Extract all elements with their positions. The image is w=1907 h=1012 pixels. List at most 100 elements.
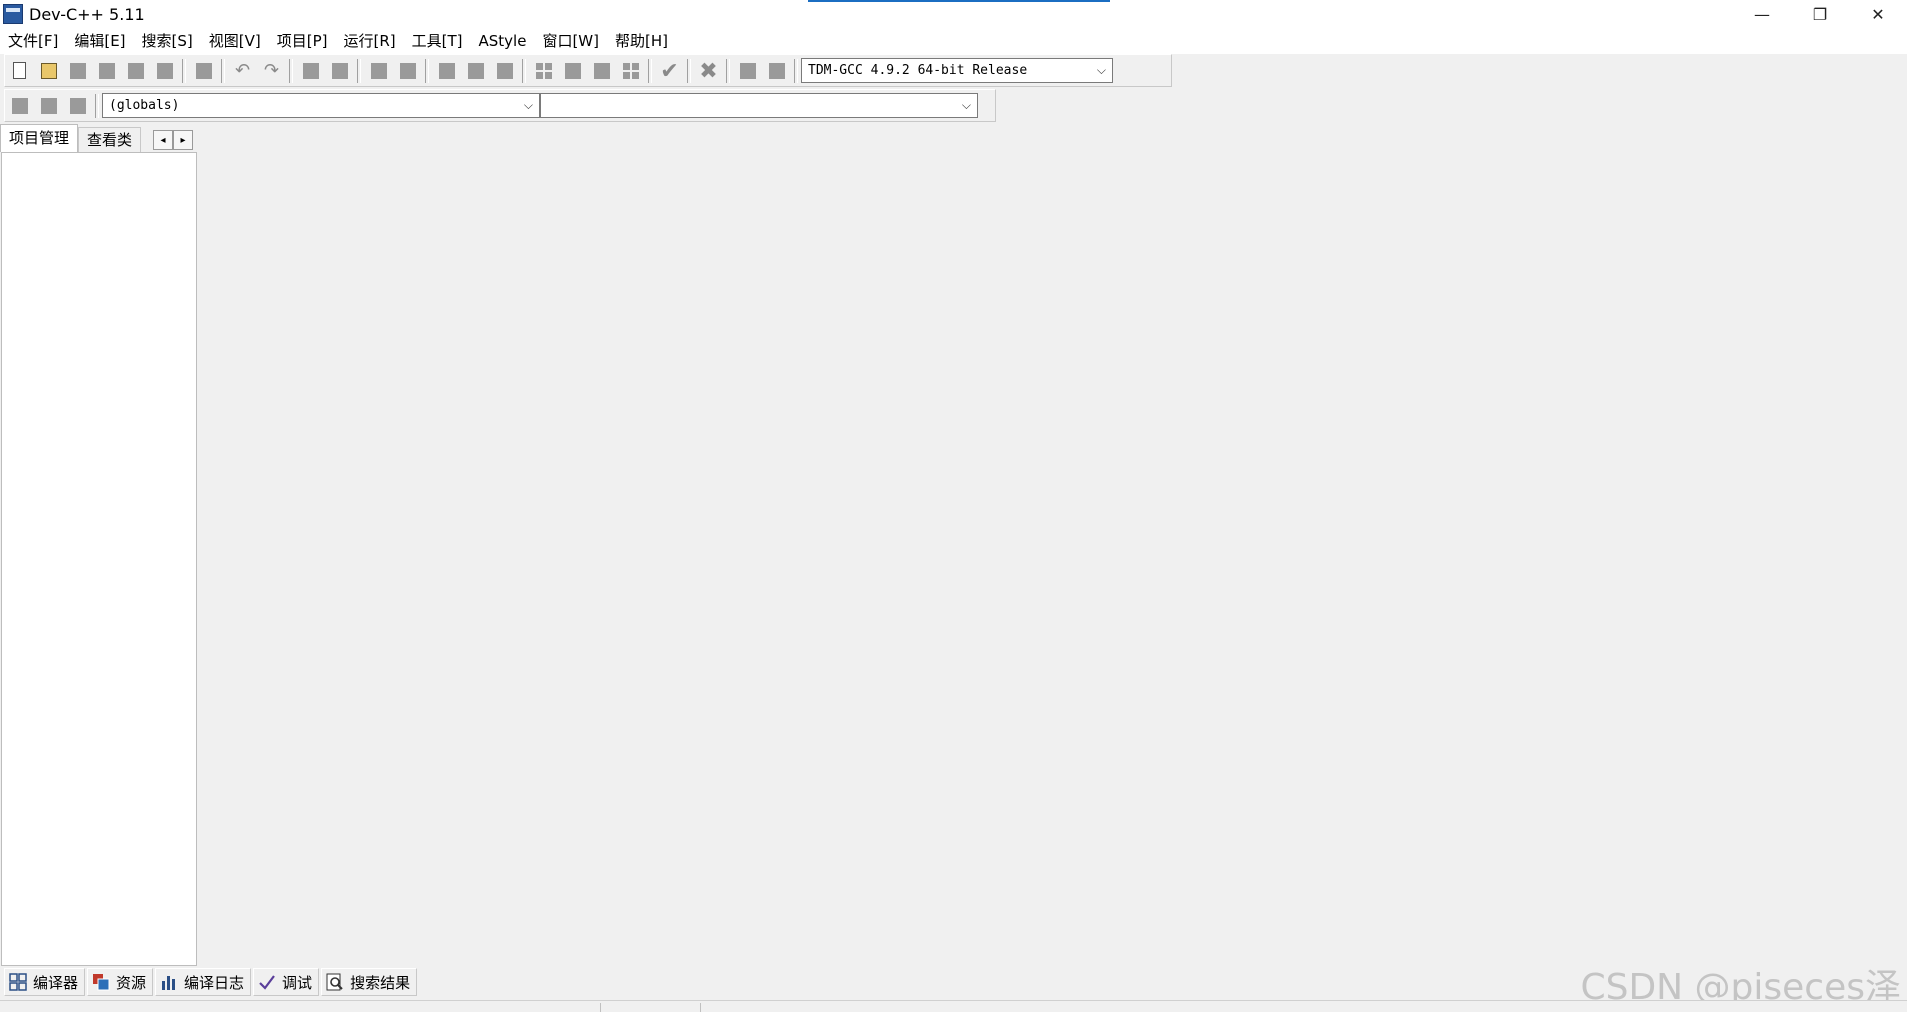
delete-profile-button[interactable]	[762, 56, 791, 85]
restore-button[interactable]: ❐	[1791, 0, 1849, 28]
undo-icon: ↶	[234, 59, 251, 81]
compile-run-button[interactable]	[587, 56, 616, 85]
devcpp-app-icon	[3, 4, 23, 24]
new-file-icon	[13, 62, 26, 79]
redo-button[interactable]: ↷	[257, 56, 286, 85]
compile-run-icon	[593, 62, 610, 79]
save-button[interactable]	[63, 56, 92, 85]
insert-button[interactable]	[5, 91, 34, 120]
goto-line-button[interactable]	[393, 56, 422, 85]
add-to-project-button[interactable]	[461, 56, 490, 85]
open-file-button[interactable]	[34, 56, 63, 85]
compile-button[interactable]	[529, 56, 558, 85]
new-project-icon	[438, 62, 455, 79]
profile-button[interactable]	[733, 56, 762, 85]
save-all-button[interactable]	[92, 56, 121, 85]
menu-file[interactable]: 文件[F]	[0, 28, 66, 54]
menu-help[interactable]: 帮助[H]	[607, 28, 676, 54]
title-bar: Dev-C++ 5.11 — ❐ ✕	[0, 0, 1907, 28]
delete-profile-icon	[768, 62, 785, 79]
project-tree[interactable]	[1, 152, 197, 966]
syntax-check-button[interactable]: ✔	[655, 56, 684, 85]
replace-icon	[331, 62, 348, 79]
new-file-button[interactable]	[5, 56, 34, 85]
stop-icon: ✖	[699, 58, 718, 84]
project-options-button[interactable]	[490, 56, 519, 85]
chevron-down-icon: ⌵	[961, 98, 971, 112]
toggle-bookmark-button[interactable]	[34, 91, 63, 120]
tab-compiler[interactable]: 编译器	[4, 968, 86, 996]
tab-scroll-left-button[interactable]: ◂	[153, 130, 174, 150]
menu-bar: 文件[F] 编辑[E] 搜索[S] 视图[V] 项目[P] 运行[R] 工具[T…	[0, 28, 1907, 54]
project-panel: 项目管理 查看类 ◂ ▸	[0, 124, 198, 966]
chevron-down-icon: ⌵	[1096, 63, 1106, 77]
rebuild-all-icon	[622, 62, 639, 79]
tab-scroll-right-button[interactable]: ▸	[173, 130, 194, 150]
print-button[interactable]	[189, 56, 218, 85]
goto-line-icon	[399, 62, 416, 79]
tab-resources[interactable]: 资源	[87, 968, 154, 996]
function-select[interactable]: ⌵	[540, 93, 978, 118]
tab-project-manager[interactable]: 项目管理	[0, 124, 79, 152]
insert-icon	[11, 97, 28, 114]
stop-execution-button[interactable]: ✖	[694, 56, 723, 85]
find-next-icon	[370, 62, 387, 79]
menu-edit[interactable]: 编辑[E]	[66, 28, 133, 54]
toolbar-separator	[648, 58, 652, 83]
main-toolbar: ↶ ↷ ✔ ✖ TDM-GCC 4.9.2 64-bit Release ⌵	[4, 54, 1172, 87]
tab-compile-log-label: 编译日志	[184, 973, 245, 992]
replace-button[interactable]	[325, 56, 354, 85]
menu-run[interactable]: 运行[R]	[335, 28, 403, 54]
toolbar-separator	[794, 58, 798, 83]
check-icon: ✔	[660, 58, 679, 84]
compiler-select[interactable]: TDM-GCC 4.9.2 64-bit Release ⌵	[801, 58, 1113, 83]
minimize-button[interactable]: —	[1733, 0, 1791, 28]
window-controls: — ❐ ✕	[1733, 0, 1907, 28]
rebuild-all-button[interactable]	[616, 56, 645, 85]
compiler-grid-icon	[9, 973, 27, 991]
compile-icon	[535, 62, 552, 79]
menu-project[interactable]: 项目[P]	[269, 28, 336, 54]
menu-tools[interactable]: 工具[T]	[404, 28, 471, 54]
bottom-panel-tabs: 编译器 资源 编译日志 调试 搜索结果	[4, 968, 419, 996]
close-file-button[interactable]	[121, 56, 150, 85]
redo-icon: ↷	[263, 59, 280, 81]
goto-bookmark-button[interactable]	[63, 91, 92, 120]
resources-icon	[92, 973, 110, 991]
menu-search[interactable]: 搜索[S]	[134, 28, 201, 54]
tab-debug-label: 调试	[282, 973, 313, 992]
close-all-button[interactable]	[150, 56, 179, 85]
tab-search-results-label: 搜索结果	[350, 973, 411, 992]
toolbar-separator	[182, 58, 186, 83]
search-icon	[326, 973, 344, 991]
tab-compile-log[interactable]: 编译日志	[155, 968, 252, 996]
tab-compiler-label: 编译器	[33, 973, 79, 992]
print-icon	[195, 62, 212, 79]
tab-scroll-arrows: ◂ ▸	[153, 130, 194, 150]
close-button[interactable]: ✕	[1849, 0, 1907, 28]
toolbar-separator	[522, 58, 526, 83]
run-button[interactable]	[558, 56, 587, 85]
find-icon	[302, 62, 319, 79]
tab-resources-label: 资源	[116, 973, 147, 992]
tab-debug[interactable]: 调试	[253, 968, 320, 996]
tab-search-results[interactable]: 搜索结果	[321, 968, 418, 996]
check-icon	[258, 973, 276, 991]
scope-select[interactable]: (globals) ⌵	[102, 93, 540, 118]
close-file-icon	[127, 62, 144, 79]
find-next-button[interactable]	[364, 56, 393, 85]
menu-view[interactable]: 视图[V]	[201, 28, 269, 54]
save-all-icon	[98, 62, 115, 79]
toolbar-separator	[357, 58, 361, 83]
class-toolbar: (globals) ⌵ ⌵	[4, 89, 996, 122]
scope-select-value: (globals)	[109, 98, 180, 113]
find-button[interactable]	[296, 56, 325, 85]
add-to-project-icon	[467, 62, 484, 79]
menu-astyle[interactable]: AStyle	[471, 28, 535, 54]
undo-button[interactable]: ↶	[228, 56, 257, 85]
new-project-button[interactable]	[432, 56, 461, 85]
toolbar-separator	[687, 58, 691, 83]
menu-window[interactable]: 窗口[W]	[534, 28, 607, 54]
save-icon	[69, 62, 86, 79]
tab-class-view[interactable]: 查看类	[78, 127, 142, 152]
